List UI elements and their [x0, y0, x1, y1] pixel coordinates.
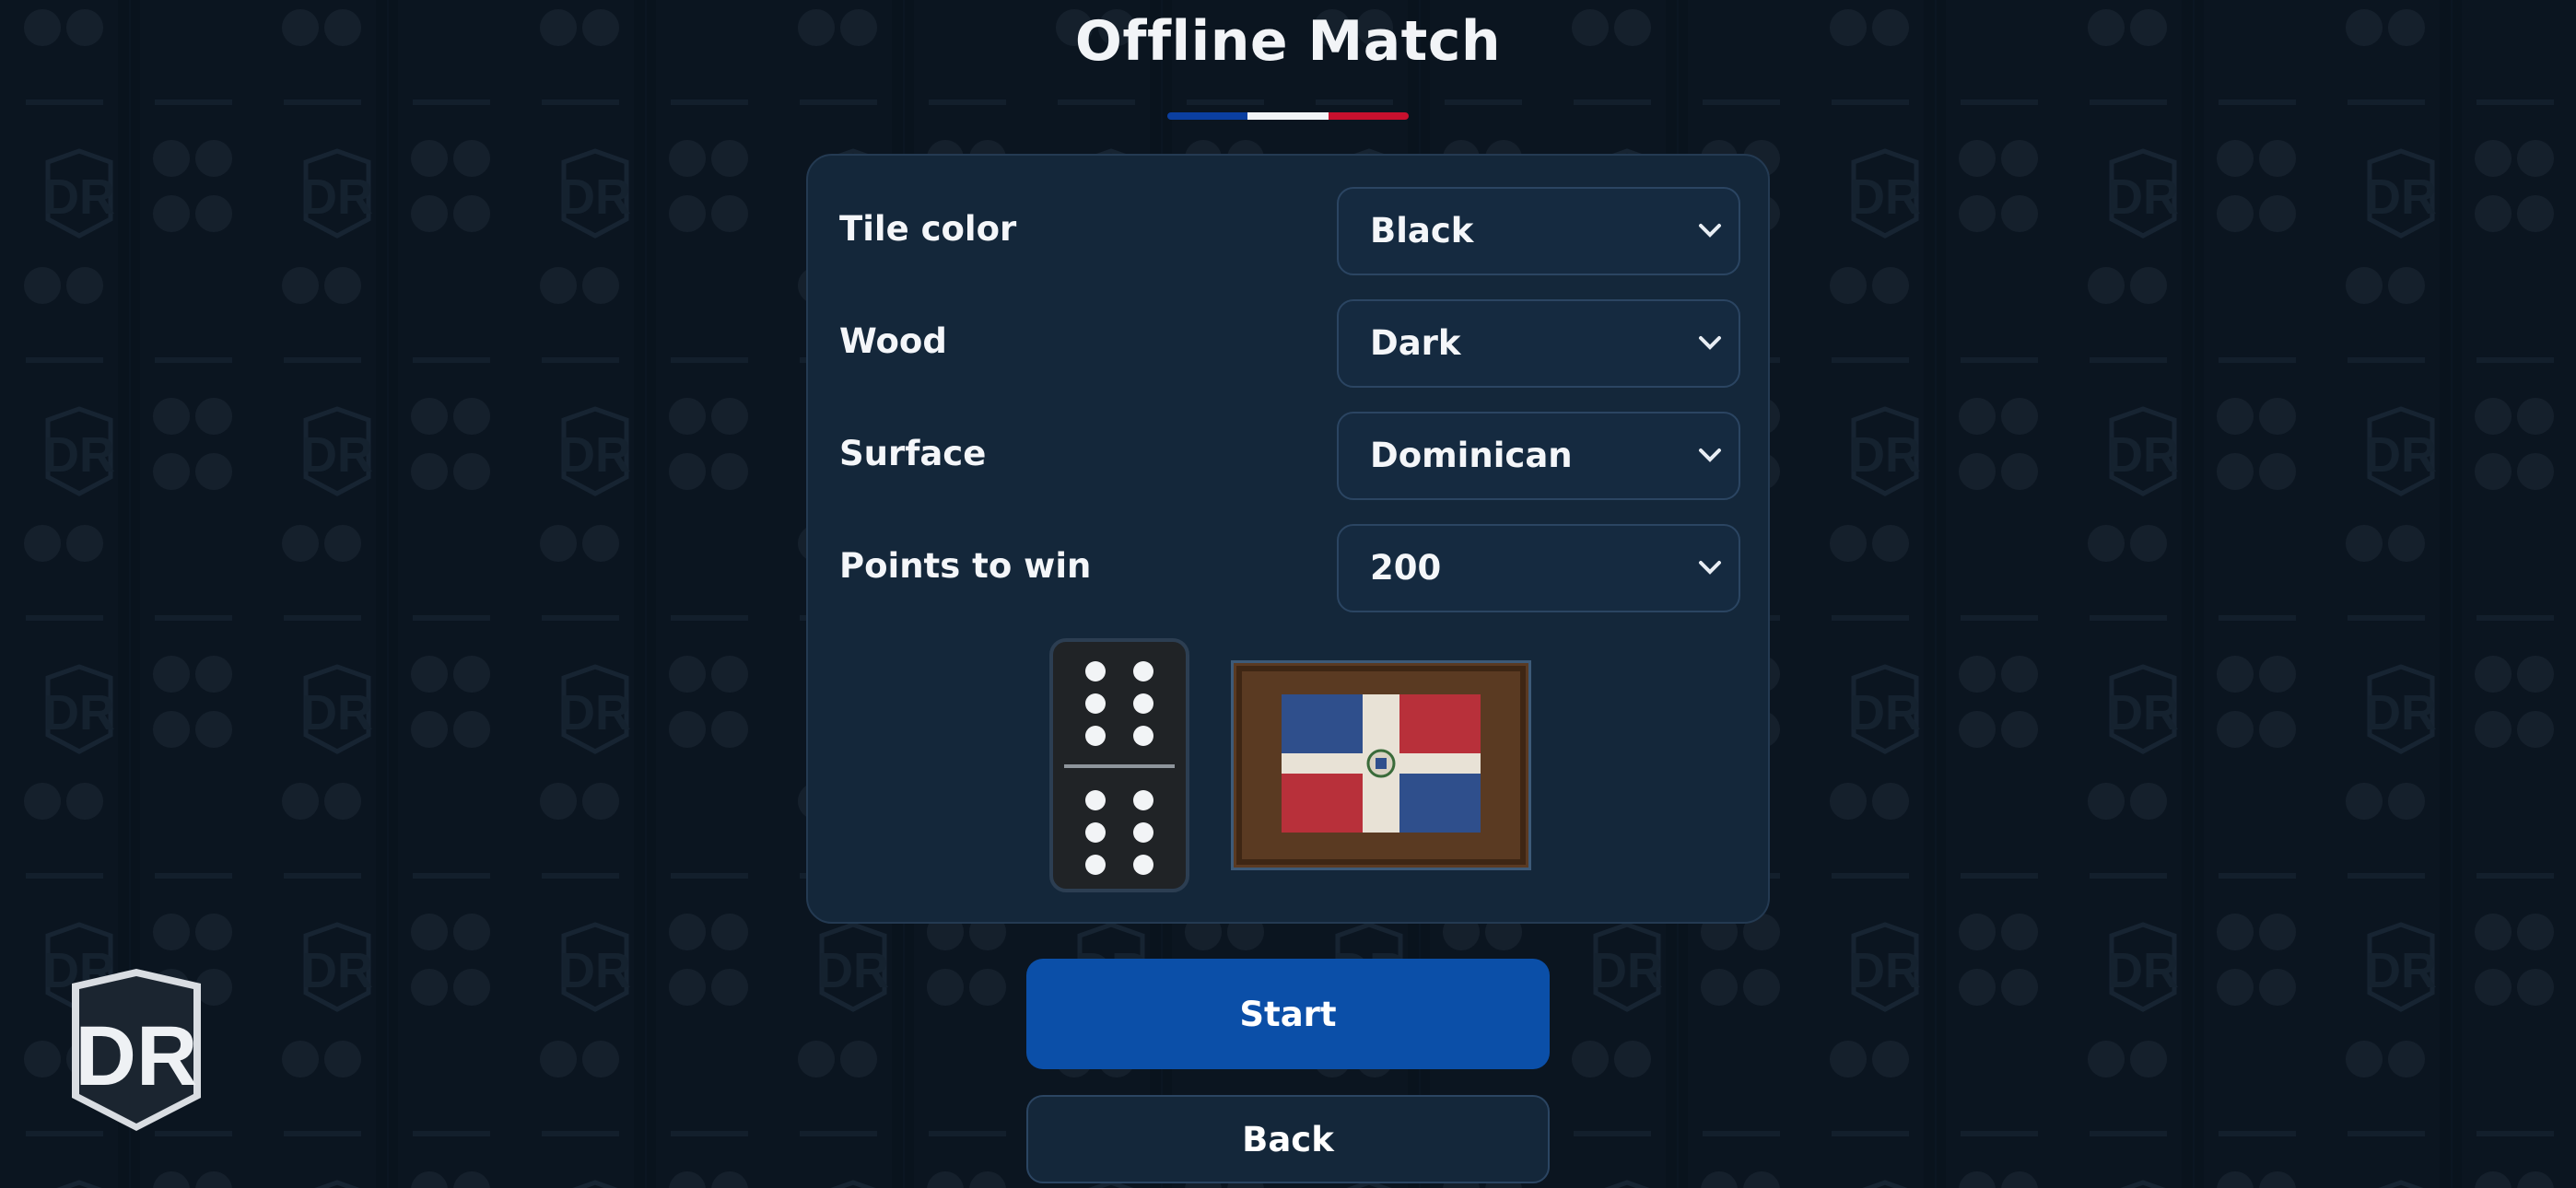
flag-stripe-red — [1328, 112, 1409, 120]
tile-color-value: Black — [1370, 211, 1474, 250]
chevron-down-icon — [1699, 224, 1721, 238]
wood-value: Dark — [1370, 323, 1461, 363]
tile-color-label: Tile color — [839, 209, 1017, 249]
wood-select[interactable]: Dark — [1337, 299, 1740, 388]
flag-stripe-white — [1247, 112, 1329, 120]
page-title: Offline Match — [1074, 9, 1502, 74]
wood-label: Wood — [839, 321, 947, 361]
surface-label: Surface — [839, 434, 987, 473]
domino-tile-preview — [1049, 638, 1189, 892]
dominican-flag-table — [1234, 663, 1528, 868]
surface-preview — [1231, 660, 1531, 870]
back-button[interactable]: Back — [1026, 1095, 1550, 1183]
domino-pips — [1064, 661, 1175, 875]
chevron-down-icon — [1699, 448, 1721, 462]
logo-text: DR — [76, 1009, 198, 1103]
points-to-win-select[interactable]: 200 — [1337, 524, 1740, 612]
points-to-win-value: 200 — [1370, 548, 1442, 588]
settings-panel: Tile color Black Wood Dark Surface Domin… — [806, 154, 1770, 924]
chevron-down-icon — [1699, 561, 1721, 575]
dr-logo: DR — [64, 969, 208, 1135]
points-to-win-label: Points to win — [839, 546, 1092, 586]
tile-color-select[interactable]: Black — [1337, 187, 1740, 275]
flag-stripe-blue — [1167, 112, 1248, 120]
surface-value: Dominican — [1370, 436, 1573, 475]
chevron-down-icon — [1699, 336, 1721, 350]
flag-stripe — [1167, 112, 1409, 120]
start-button[interactable]: Start — [1026, 959, 1550, 1069]
surface-select[interactable]: Dominican — [1337, 412, 1740, 500]
